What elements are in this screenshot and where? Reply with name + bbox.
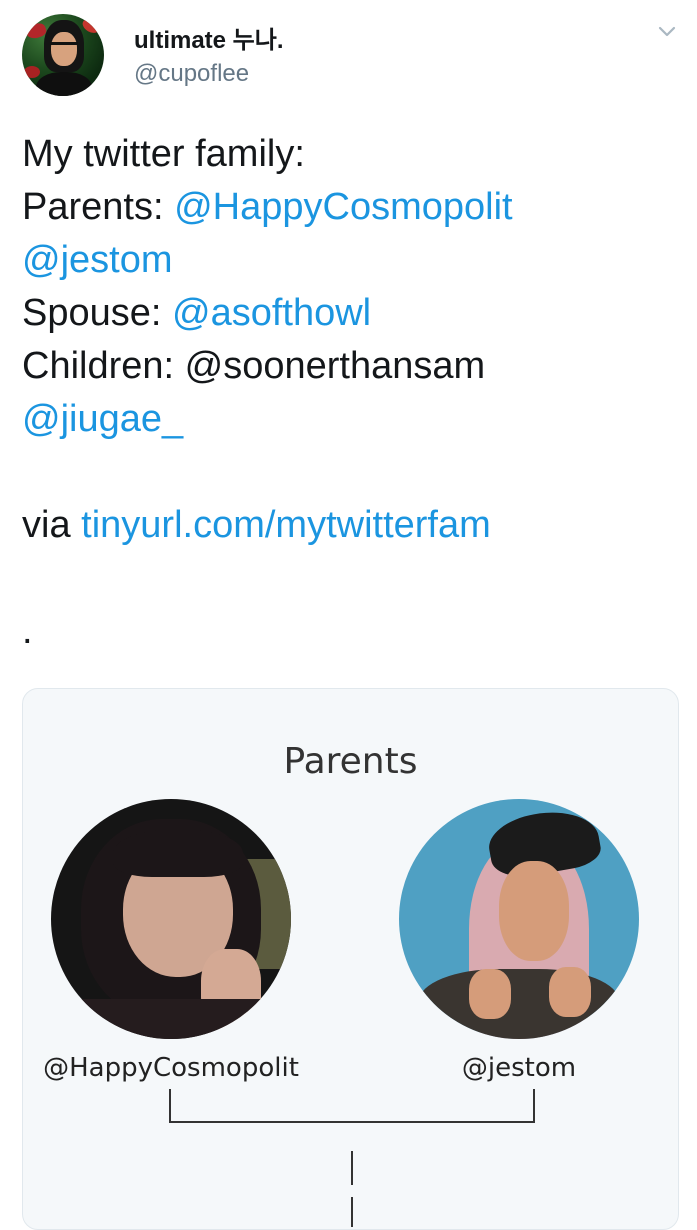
mention-link[interactable]: @HappyCosmopolit [174,186,513,228]
parent-photo [51,799,291,1039]
link-preview-card[interactable]: Parents @HappyCosmopolit @jestom [22,688,679,1230]
tweet-line: via tinyurl.com/mytwitterfam [22,499,682,552]
card-title: Parents [283,741,418,782]
via-link[interactable]: tinyurl.com/mytwitterfam [81,504,491,546]
mention-link[interactable]: @jiugae_ [22,398,183,440]
mention-link[interactable]: @jestom [22,239,173,281]
tweet-line: Children: @soonerthansam [22,340,682,393]
trailing-dot: . [22,610,33,652]
tweet-line: Parents: @HappyCosmopolit [22,181,682,234]
author-handle[interactable]: @cupoflee [134,60,249,88]
tweet-line: My twitter family: [22,128,682,181]
tweet-line-text: Parents: [22,186,175,228]
parent-handle: @jestom [461,1053,577,1083]
chevron-down-icon[interactable] [655,22,679,42]
author-avatar[interactable] [22,14,104,96]
tree-connector [533,1089,535,1123]
tweet-header: ultimate 누나. @cupoflee [0,0,697,110]
parent-photo [399,799,639,1039]
tweet-line: . [22,605,682,658]
tree-connector [169,1089,171,1123]
via-text: via [22,504,82,546]
tree-connector [169,1121,535,1123]
mention-link[interactable]: @asofthowl [172,292,371,334]
parent-item: @HappyCosmopolit [41,799,301,1083]
tweet-text: My twitter family: Parents: @HappyCosmop… [22,128,682,658]
tree-connector [351,1197,353,1227]
tweet-line-text: My twitter family: [22,133,305,175]
tree-connector [351,1151,353,1185]
tweet-line-text: Children: @soonerthansam [22,345,486,387]
tweet-line: @jiugae_ [22,393,682,446]
tweet-line: Spouse: @asofthowl [22,287,682,340]
author-display-name[interactable]: ultimate 누나. [134,20,284,55]
parent-handle: @HappyCosmopolit [43,1053,299,1083]
tweet-line: @jestom [22,234,682,287]
tweet-line-text: Spouse: [22,292,172,334]
parent-item: @jestom [389,799,649,1083]
